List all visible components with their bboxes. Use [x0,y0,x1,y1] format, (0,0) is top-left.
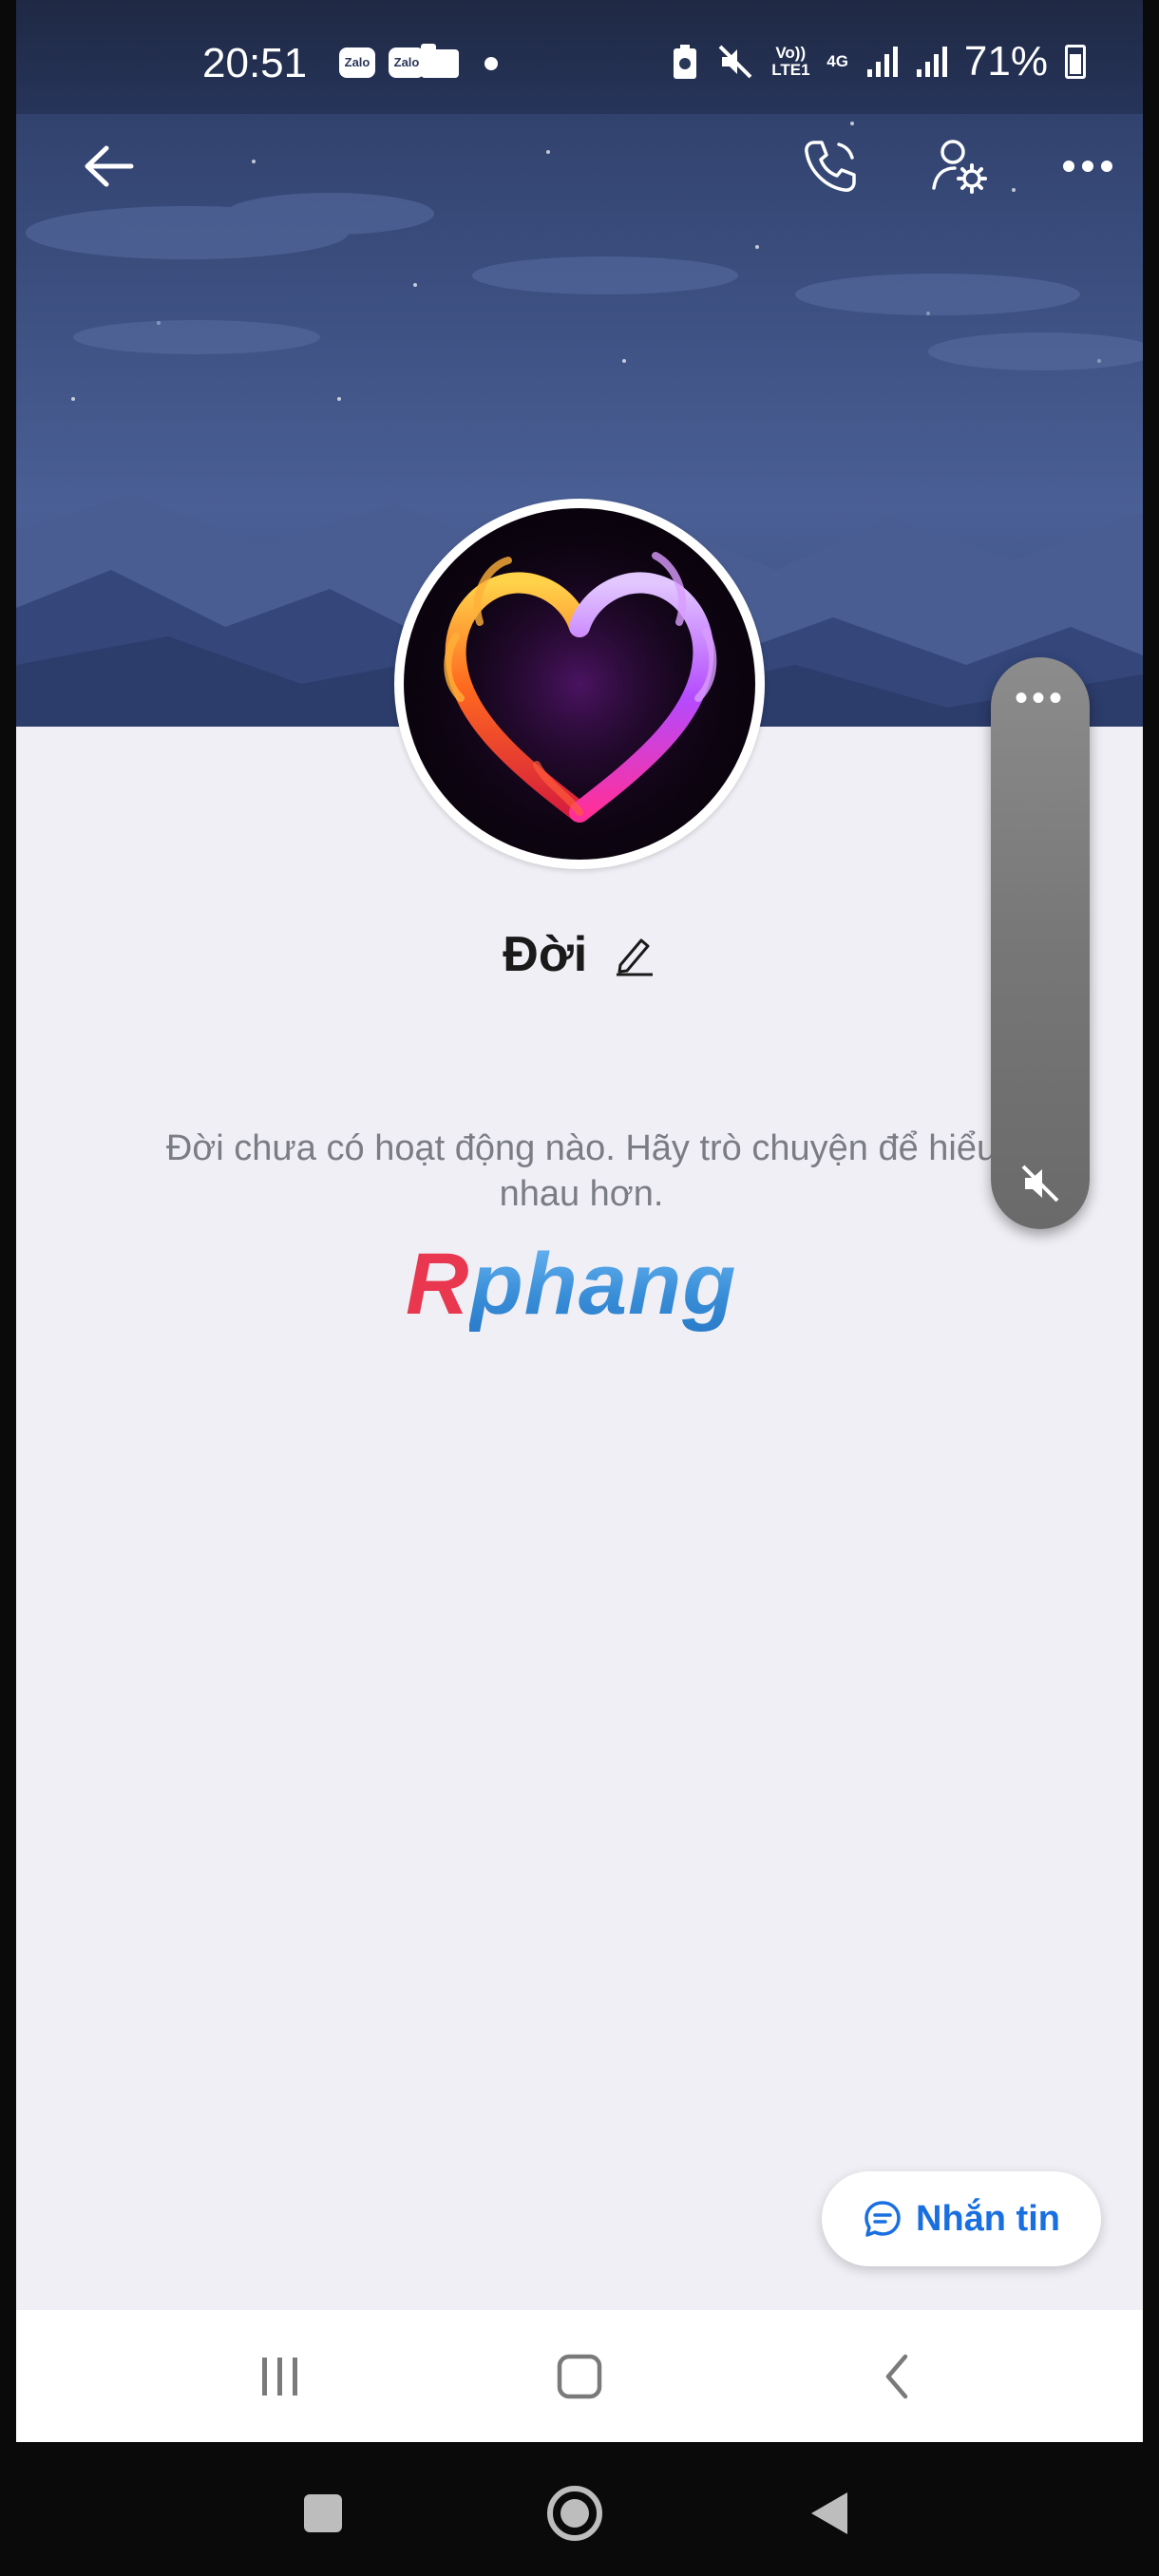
signal-icon [916,47,947,77]
chevron-left-icon [885,2354,908,2399]
status-time: 20:51 [202,40,308,86]
folder-notification-icon [421,44,459,78]
more-options-button[interactable] [1054,133,1121,199]
phone-icon [805,141,856,192]
watermark-first-letter: R [406,1236,470,1333]
send-message-button[interactable]: Nhắn tin [822,2171,1101,2266]
user-settings-icon [932,140,987,194]
mute-icon [718,45,752,79]
status-right-group: Vo)) LTE1 4G 71% [671,38,1086,85]
battery-saver-icon [674,45,697,79]
square-icon [304,2494,342,2532]
pencil-icon [616,938,653,976]
send-message-label: Nhắn tin [916,2198,1060,2239]
status-bar: 20:51 Zalo Zalo Vo)) LTE1 4G 71% [16,0,1143,114]
avatar-image [404,508,755,860]
floating-video-bubble[interactable]: ••• [991,657,1090,1229]
volte-indicator: Vo)) LTE1 [771,44,810,79]
muted-speaker-icon[interactable] [1017,1161,1063,1206]
profile-name: Đời [503,927,588,982]
circle-icon [547,2486,602,2541]
profile-settings-button[interactable] [926,133,993,199]
recent-apps-button[interactable] [242,2339,318,2415]
phone-screen: 20:51 Zalo Zalo Vo)) LTE1 4G 71% Đời Đời… [16,0,1143,2442]
network-4g-indicator: 4G [826,52,848,70]
back-nav-button[interactable] [859,2339,935,2415]
chat-bubble-icon [864,2201,901,2237]
call-button[interactable] [797,133,864,199]
system-recents-button[interactable] [290,2480,356,2547]
home-button[interactable] [542,2339,618,2415]
system-navigation-bar [0,2442,1159,2576]
edit-name-button[interactable] [613,933,656,976]
triangle-back-icon [811,2492,847,2534]
app-navigation-bar [16,2310,1143,2442]
system-back-button[interactable] [796,2480,863,2547]
battery-icon [1065,45,1086,79]
watermark-rest: phang [469,1236,737,1333]
signal-icon [866,47,898,77]
recent-apps-icon [262,2358,297,2396]
back-button[interactable] [75,133,142,199]
watermark-logo: Rphang [406,1235,736,1335]
system-home-button[interactable] [542,2480,608,2547]
zalo-notification-icon: Zalo [389,47,425,78]
flaming-heart-icon [404,508,755,860]
profile-avatar[interactable] [394,499,765,869]
zalo-notification-icon: Zalo [339,47,375,78]
more-notifications-dot-icon [484,57,498,70]
home-icon [557,2354,602,2399]
empty-activity-message: Đời chưa có hoạt động nào. Hãy trò chuyệ… [165,1128,998,1214]
battery-percent: 71% [963,38,1048,85]
profile-name-row: Đời [16,926,1143,983]
back-arrow-icon [85,145,134,187]
bubble-more-icon[interactable]: ••• [991,679,1090,717]
more-icon [1063,161,1112,172]
